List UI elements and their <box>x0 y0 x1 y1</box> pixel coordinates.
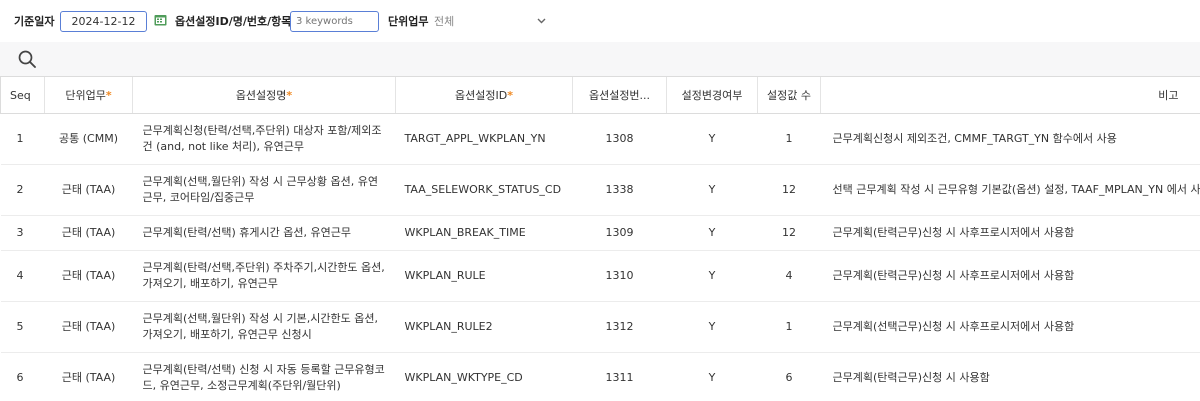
cell-option-number: 1311 <box>572 352 667 401</box>
cell-seq: 5 <box>0 301 45 353</box>
search-icon[interactable] <box>17 49 37 69</box>
table-row[interactable]: 4 근태 (TAA) 근무계획(탄력/선택,주단위) 주차주기,시간한도 옵션,… <box>0 250 1200 302</box>
cell-option-number: 1308 <box>572 113 667 165</box>
cell-unit: 근태 (TAA) <box>44 352 133 401</box>
option-settings-table: Seq 단위업무* 옵션설정명* 옵션설정ID* 옵션설정번... 설정변경여부… <box>0 76 1200 401</box>
filter-bar: 기준일자 2024-12-12 옵션설정ID/명/번호/항목 단위업무 전체 <box>0 0 1200 42</box>
unit-task-value: 전체 <box>434 15 455 28</box>
cell-option-number: 1309 <box>572 215 667 251</box>
cell-option-name: 근무계획(선택,월단위) 작성 시 기본,시간한도 옵션, 가져오기, 배포하기… <box>132 301 396 353</box>
header-note[interactable]: 비고 <box>820 76 1200 114</box>
cell-unit: 근태 (TAA) <box>44 301 133 353</box>
cell-option-id: TARGT_APPL_WKPLAN_YN <box>395 113 573 165</box>
cell-unit: 근태 (TAA) <box>44 164 133 216</box>
table-row[interactable]: 1 공통 (CMM) 근무계획신청(탄력/선택,주단위) 대상자 포함/제외조건… <box>0 113 1200 165</box>
cell-unit: 근태 (TAA) <box>44 215 133 251</box>
header-changed[interactable]: 설정변경여부 <box>666 76 758 114</box>
cell-value-count: 6 <box>757 352 821 401</box>
cell-note: 선택 근무계획 작성 시 근무유형 기본값(옵션) 설정, TAAF_MPLAN… <box>820 164 1200 216</box>
header-option-id[interactable]: 옵션설정ID* <box>395 76 573 114</box>
cell-note: 근무계획(탄력근무)신청 시 사용함 <box>820 352 1200 401</box>
option-settings-grid: Seq 단위업무* 옵션설정명* 옵션설정ID* 옵션설정번... 설정변경여부… <box>0 76 1200 401</box>
cell-option-name: 근무계획(탄력/선택) 신청 시 자동 등록할 근무유형코드, 유연근무, 소정… <box>132 352 396 401</box>
cell-option-name: 근무계획(탄력/선택) 휴게시간 옵션, 유연근무 <box>132 215 396 251</box>
cell-changed: Y <box>666 113 758 165</box>
header-option-number[interactable]: 옵션설정번... <box>572 76 667 114</box>
cell-seq: 2 <box>0 164 45 216</box>
cell-option-id: TAA_SELEWORK_STATUS_CD <box>395 164 573 216</box>
cell-value-count: 1 <box>757 113 821 165</box>
base-date-input[interactable]: 2024-12-12 <box>60 11 147 32</box>
header-option-name[interactable]: 옵션설정명* <box>132 76 396 114</box>
cell-option-id: WKPLAN_RULE <box>395 250 573 302</box>
cell-unit: 근태 (TAA) <box>44 250 133 302</box>
cell-option-name: 근무계획신청(탄력/선택,주단위) 대상자 포함/제외조건 (and, not … <box>132 113 396 165</box>
table-row[interactable]: 5 근태 (TAA) 근무계획(선택,월단위) 작성 시 기본,시간한도 옵션,… <box>0 301 1200 353</box>
required-mark: * <box>507 89 513 102</box>
table-row[interactable]: 6 근태 (TAA) 근무계획(탄력/선택) 신청 시 자동 등록할 근무유형코… <box>0 352 1200 401</box>
unit-task-label: 단위업무 <box>388 15 429 28</box>
cell-changed: Y <box>666 164 758 216</box>
search-strip <box>0 42 1200 76</box>
cell-changed: Y <box>666 250 758 302</box>
cell-note: 근무계획(탄력근무)신청 시 사후프로시저에서 사용함 <box>820 250 1200 302</box>
cell-value-count: 1 <box>757 301 821 353</box>
header-unit[interactable]: 단위업무* <box>44 76 133 114</box>
cell-value-count: 4 <box>757 250 821 302</box>
cell-option-number: 1312 <box>572 301 667 353</box>
cell-seq: 4 <box>0 250 45 302</box>
header-seq[interactable]: Seq <box>0 76 45 114</box>
cell-option-number: 1310 <box>572 250 667 302</box>
cell-value-count: 12 <box>757 215 821 251</box>
cell-option-name: 근무계획(선택,월단위) 작성 시 근무상황 옵션, 유연근무, 코어타임/집중… <box>132 164 396 216</box>
required-mark: * <box>105 89 112 102</box>
cell-option-id: WKPLAN_BREAK_TIME <box>395 215 573 251</box>
cell-option-id: WKPLAN_RULE2 <box>395 301 573 353</box>
cell-changed: Y <box>666 352 758 401</box>
cell-note: 근무계획(선택근무)신청 시 사후프로시저에서 사용함 <box>820 301 1200 353</box>
calendar-icon[interactable] <box>154 14 167 26</box>
table-row[interactable]: 2 근태 (TAA) 근무계획(선택,월단위) 작성 시 근무상황 옵션, 유연… <box>0 164 1200 216</box>
cell-option-name: 근무계획(탄력/선택,주단위) 주차주기,시간한도 옵션, 가져오기, 배포하기… <box>132 250 396 302</box>
cell-option-id: WKPLAN_WKTYPE_CD <box>395 352 573 401</box>
cell-changed: Y <box>666 301 758 353</box>
header-value-count[interactable]: 설정값 수 <box>757 76 821 114</box>
unit-task-select[interactable]: 전체 <box>430 11 552 32</box>
cell-seq: 1 <box>0 113 45 165</box>
chevron-down-icon <box>537 18 546 24</box>
option-search-label: 옵션설정ID/명/번호/항목 <box>175 15 292 28</box>
table-row[interactable]: 3 근태 (TAA) 근무계획(탄력/선택) 휴게시간 옵션, 유연근무 WKP… <box>0 215 1200 251</box>
cell-note: 근무계획(탄력근무)신청 시 사후프로시저에서 사용함 <box>820 215 1200 251</box>
cell-seq: 6 <box>0 352 45 401</box>
cell-seq: 3 <box>0 215 45 251</box>
cell-changed: Y <box>666 215 758 251</box>
cell-note: 근무계획신청시 제외조건, CMMF_TARGT_YN 함수에서 사용 <box>820 113 1200 165</box>
table-header-row: Seq 단위업무* 옵션설정명* 옵션설정ID* 옵션설정번... 설정변경여부… <box>0 76 1200 114</box>
keyword-input[interactable] <box>290 11 379 32</box>
required-mark: * <box>286 89 293 102</box>
cell-value-count: 12 <box>757 164 821 216</box>
cell-unit: 공통 (CMM) <box>44 113 133 165</box>
cell-option-number: 1338 <box>572 164 667 216</box>
base-date-label: 기준일자 <box>14 15 55 28</box>
